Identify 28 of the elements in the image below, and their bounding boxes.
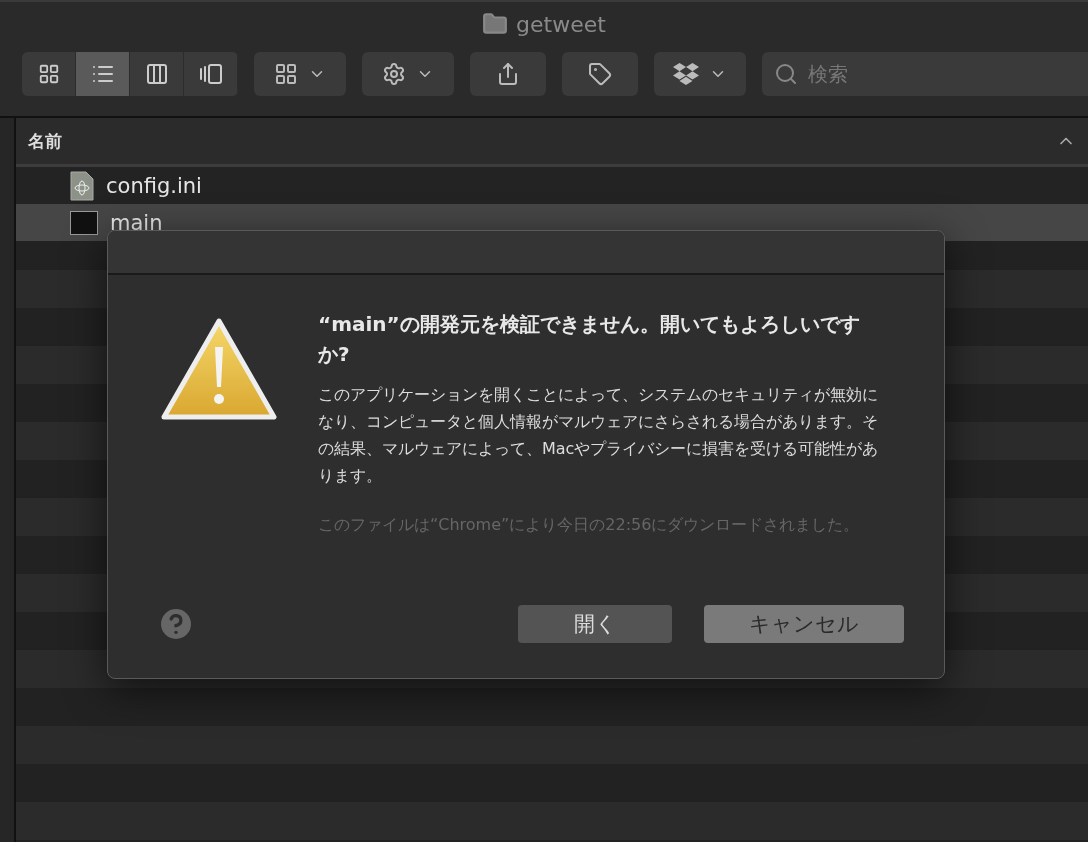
toolbar-button[interactable] xyxy=(362,52,454,96)
columns-icon xyxy=(144,62,169,86)
column-label: 名前 xyxy=(28,129,62,153)
dialog-message: このアプリケーションを開くことによって、システムのセキュリティが無効になり、コンピュータと個人情報がマルウェアにさらされる場合があります。その結果、マルウェアによって、Macやプライバシーに損害を受ける可能性があります。 xyxy=(318,384,880,487)
terminal-icon xyxy=(70,210,98,235)
folder-icon xyxy=(482,11,509,37)
toolbar-button[interactable] xyxy=(654,52,746,96)
file-name: main xyxy=(110,210,163,235)
document-icon xyxy=(70,170,94,201)
search-field[interactable]: 検索 xyxy=(762,52,1088,96)
warning-icon xyxy=(160,317,278,423)
view-button[interactable] xyxy=(76,52,130,96)
dialog-button[interactable]: キャンセル xyxy=(704,605,904,643)
toolbar-button[interactable] xyxy=(562,52,638,96)
settings-icon xyxy=(382,62,406,86)
toolbar-button[interactable] xyxy=(254,52,346,96)
window-title: getweet xyxy=(516,11,606,37)
search-icon xyxy=(774,62,798,86)
dialog-title: “main”の開発元を検証できません。開いてもよろしいですか? xyxy=(318,311,861,368)
box-stack-icon xyxy=(673,61,699,87)
grid-icon xyxy=(37,63,60,85)
grid-icon xyxy=(274,62,298,86)
toolbar-button[interactable] xyxy=(470,52,546,96)
tag-icon xyxy=(588,62,612,86)
file-name: config.ini xyxy=(106,173,202,198)
share-icon xyxy=(496,62,520,86)
gallery-icon xyxy=(198,62,223,86)
dialog-button[interactable]: 開く xyxy=(518,605,672,643)
